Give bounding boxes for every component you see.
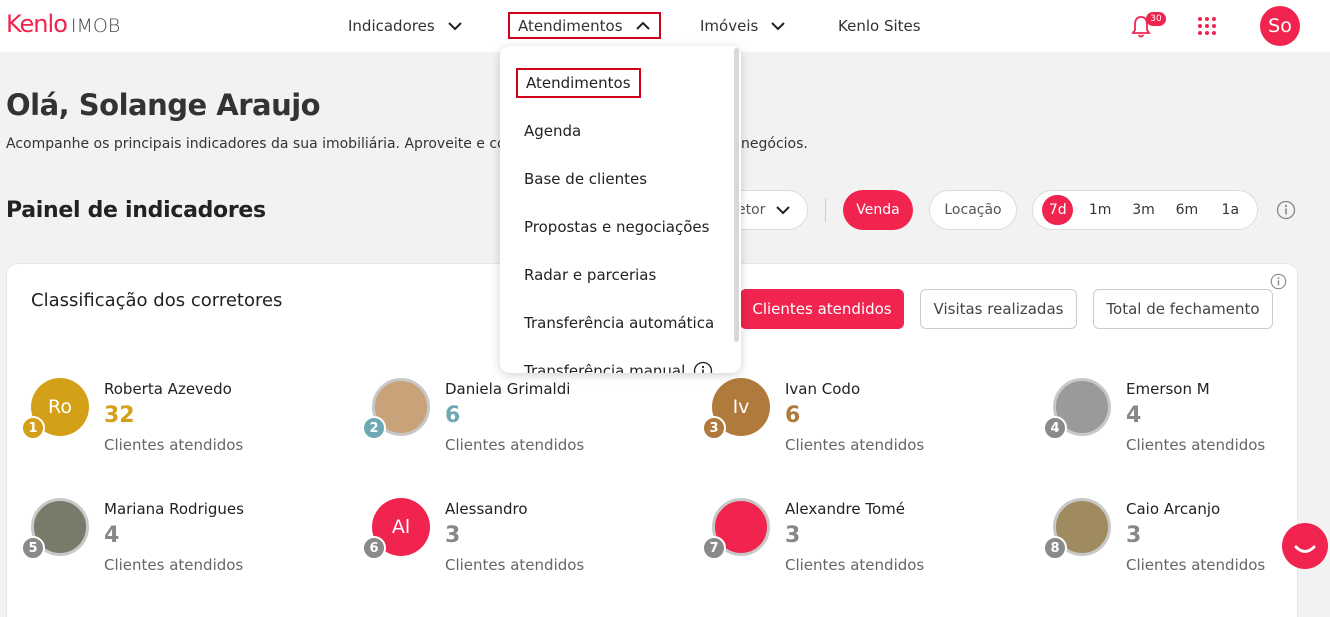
nav-atendimentos[interactable]: Atendimentos (508, 12, 661, 39)
broker-metric-label: Clientes atendidos (104, 436, 244, 454)
broker-name: Roberta Azevedo (104, 380, 232, 398)
chat-icon (1294, 545, 1316, 553)
page-subtitle: Acompanhe os principais indicadores da s… (6, 136, 506, 152)
menu-item-radar-parcerias[interactable]: Radar e parcerias (524, 266, 656, 284)
rank-position-badge: 4 (1043, 416, 1067, 440)
dropdown-clip: Transferência manual (500, 346, 741, 373)
broker-name: Daniela Grimaldi (445, 380, 571, 398)
ranking-item[interactable]: Iv 3 Ivan Codo 6 Clientes atendidos (702, 378, 1012, 468)
broker-metric-label: Clientes atendidos (785, 556, 925, 574)
ranking-item[interactable]: 5 Mariana Rodrigues 4 Clientes atendidos (21, 498, 331, 588)
logo-imob-text: IMOB (70, 15, 121, 37)
period-3m[interactable]: 3m (1127, 195, 1160, 225)
broker-count: 4 (1126, 403, 1142, 428)
nav-kenlo-sites[interactable]: Kenlo Sites (838, 13, 921, 39)
rank-position-badge: 5 (21, 536, 45, 560)
broker-metric-label: Clientes atendidos (104, 556, 244, 574)
menu-item-atendimentos[interactable]: Atendimentos (516, 68, 641, 98)
broker-metric-label: Clientes atendidos (1126, 436, 1266, 454)
broker-metric-label: Clientes atendidos (445, 556, 585, 574)
period-1m[interactable]: 1m (1083, 195, 1116, 225)
page-title: Olá, Solange Araujo (6, 88, 321, 122)
corretor-filter-label: etor (737, 202, 766, 218)
broker-name: Ivan Codo (785, 380, 861, 398)
period-6m[interactable]: 6m (1170, 195, 1203, 225)
panel-title: Painel de indicadores (6, 198, 266, 223)
broker-metric-label: Clientes atendidos (445, 436, 585, 454)
chevron-down-icon (776, 206, 791, 215)
ranking-item[interactable]: 2 Daniela Grimaldi 6 Clientes atendidos (362, 378, 672, 468)
broker-count: 6 (785, 403, 801, 428)
rank-position-badge: 6 (362, 536, 386, 560)
rank-position-badge: 2 (362, 416, 386, 440)
period-1a[interactable]: 1a (1214, 195, 1247, 225)
ranking-item[interactable]: 7 Alexandre Tomé 3 Clientes atendidos (702, 498, 1012, 588)
period-7d[interactable]: 7d (1042, 195, 1074, 225)
tab-clientes-atendidos[interactable]: Clientes atendidos (740, 289, 904, 329)
locacao-toggle[interactable]: Locação (929, 190, 1017, 230)
dropdown-scrollbar[interactable] (734, 48, 739, 342)
menu-item-transferencia-manual[interactable]: Transferência manual (524, 361, 713, 373)
broker-name: Mariana Rodrigues (104, 500, 244, 518)
broker-name: Caio Arcanjo (1126, 500, 1221, 518)
page-subtitle-end: negócios. (741, 136, 808, 152)
notification-count-badge: 30 (1146, 12, 1166, 26)
nav-indicadores-label: Indicadores (348, 17, 435, 35)
menu-item-agenda[interactable]: Agenda (524, 122, 581, 140)
menu-item-transferencia-manual-label: Transferência manual (524, 362, 686, 373)
ranking-title: Classificação dos corretores (31, 290, 283, 311)
broker-metric-label: Clientes atendidos (785, 436, 925, 454)
info-icon[interactable] (1270, 273, 1287, 290)
chat-support-button[interactable] (1282, 523, 1328, 569)
info-icon[interactable] (1276, 200, 1296, 220)
broker-count: 6 (445, 403, 461, 428)
broker-count: 3 (445, 523, 461, 548)
nav-imoveis-label: Imóveis (700, 17, 759, 35)
tab-visitas-realizadas[interactable]: Visitas realizadas (920, 289, 1077, 329)
divider (825, 198, 826, 222)
nav-imoveis[interactable]: Imóveis (700, 13, 786, 39)
menu-item-transferencia-automatica[interactable]: Transferência automática (524, 314, 714, 332)
broker-count: 3 (785, 523, 801, 548)
rank-position-badge: 3 (702, 416, 726, 440)
nav-indicadores[interactable]: Indicadores (348, 13, 463, 39)
tab-total-fechamento[interactable]: Total de fechamento (1093, 289, 1273, 329)
ranking-item[interactable]: 4 Emerson M 4 Clientes atendidos (1043, 378, 1330, 468)
nav-kenlo-sites-label: Kenlo Sites (838, 17, 921, 35)
broker-name: Alessandro (445, 500, 528, 518)
broker-name: Alexandre Tomé (785, 500, 905, 518)
chevron-down-icon (447, 22, 462, 31)
venda-toggle[interactable]: Venda (843, 190, 913, 230)
logo-kenlo-text: Kenlo (6, 10, 68, 38)
broker-count: 32 (104, 403, 135, 428)
user-avatar[interactable]: So (1260, 6, 1300, 46)
rank-position-badge: 7 (702, 536, 726, 560)
ranking-item[interactable]: Ro 1 Roberta Azevedo 32 Clientes atendidos (21, 378, 331, 468)
menu-item-base-de-clientes[interactable]: Base de clientes (524, 170, 647, 188)
broker-count: 3 (1126, 523, 1142, 548)
broker-name: Emerson M (1126, 380, 1210, 398)
apps-grid-icon[interactable] (1197, 16, 1217, 36)
broker-count: 4 (104, 523, 120, 548)
menu-item-propostas[interactable]: Propostas e negociações (524, 218, 709, 236)
kenlo-imob-logo[interactable]: Kenlo IMOB (6, 10, 120, 40)
chevron-down-icon (771, 22, 786, 31)
info-icon (694, 361, 713, 373)
ranking-item[interactable]: Al 6 Alessandro 3 Clientes atendidos (362, 498, 672, 588)
chevron-up-icon (635, 21, 650, 30)
period-selector: 7d 1m 3m 6m 1a (1032, 190, 1258, 230)
broker-metric-label: Clientes atendidos (1126, 556, 1266, 574)
nav-atendimentos-label: Atendimentos (518, 16, 623, 35)
rank-position-badge: 8 (1043, 536, 1067, 560)
rank-position-badge: 1 (21, 416, 45, 440)
